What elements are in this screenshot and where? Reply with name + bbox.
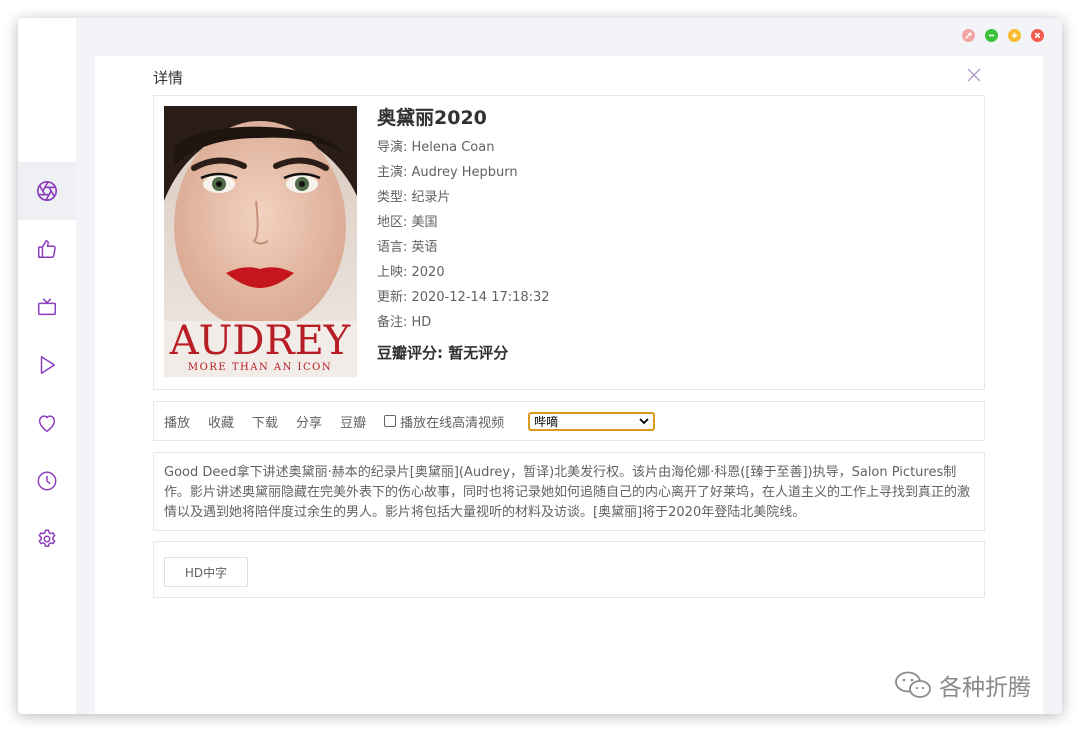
- dialog-title: 详情: [153, 69, 184, 87]
- clock-icon: [37, 471, 57, 491]
- poster-subtitle: MORE THAN AN ICON: [188, 362, 332, 373]
- info-updated: 更新: 2020-12-14 17:18:32: [377, 290, 550, 305]
- favorite-action[interactable]: 收藏: [208, 412, 234, 431]
- episodes-panel: HD中字: [153, 541, 985, 598]
- movie-info: 奥黛丽2020 导演: Helena Coan 主演: Audrey Hepbu…: [377, 106, 550, 363]
- movie-title: 奥黛丽2020: [377, 107, 487, 129]
- pin-button[interactable]: [962, 29, 975, 42]
- share-action[interactable]: 分享: [296, 412, 322, 431]
- play-action[interactable]: 播放: [164, 412, 190, 431]
- hd-online-checkbox[interactable]: 播放在线高清视频: [384, 412, 504, 431]
- info-panel: AUDREY MORE THAN AN ICON 奥黛丽2020 导演: Hel…: [153, 95, 985, 390]
- thumbs-up-icon: [38, 240, 56, 258]
- heart-icon: [38, 415, 56, 432]
- close-icon: [1034, 32, 1041, 39]
- watermark: 各种折腾: [893, 668, 1031, 702]
- sidebar-item-films[interactable]: [18, 162, 76, 220]
- app-window: 详情 AUDREY MORE THAN AN ICON 奥黛丽2020 导演: …: [18, 18, 1062, 714]
- info-release: 上映: 2020: [377, 265, 445, 280]
- checkbox-box[interactable]: [384, 415, 397, 427]
- pin-icon: [965, 32, 972, 39]
- sidebar-item-settings[interactable]: [18, 510, 76, 568]
- maximize-button[interactable]: [1008, 29, 1021, 42]
- douban-action[interactable]: 豆瓣: [340, 412, 366, 431]
- aperture-icon: [37, 181, 57, 201]
- detail-dialog: 详情 AUDREY MORE THAN AN ICON 奥黛丽2020 导演: …: [95, 56, 1043, 714]
- wechat-icon: [895, 671, 931, 698]
- description-panel: Good Deed拿下讲述奥黛丽·赫本的纪录片[奥黛丽](Audrey，暂译)北…: [153, 452, 985, 531]
- episode-button[interactable]: HD中字: [164, 557, 248, 587]
- info-region: 地区: 美国: [377, 215, 438, 230]
- minimize-button[interactable]: [985, 29, 998, 42]
- douban-rating: 豆瓣评分: 暂无评分: [377, 344, 509, 362]
- poster-title: AUDREY: [169, 318, 351, 364]
- movie-poster: AUDREY MORE THAN AN ICON: [164, 106, 357, 377]
- info-director: 导演: Helena Coan: [377, 140, 495, 155]
- info-cast: 主演: Audrey Hepburn: [377, 165, 518, 180]
- tv-icon: [38, 298, 56, 316]
- minus-icon: [988, 34, 995, 37]
- plus-icon: [1011, 32, 1018, 39]
- close-window-button[interactable]: [1031, 29, 1044, 42]
- settings-icon: [38, 529, 56, 547]
- window-controls: [962, 29, 1044, 42]
- info-genre: 类型: 纪录片: [377, 190, 451, 205]
- sidebar-item-play[interactable]: [18, 336, 76, 394]
- watermark-text: 各种折腾: [939, 675, 1031, 701]
- info-note: 备注: HD: [377, 315, 432, 330]
- chevron-down-icon: [639, 418, 649, 425]
- sidebar-item-favorites[interactable]: [18, 394, 76, 452]
- sidebar-item-history[interactable]: [18, 452, 76, 510]
- hd-online-label: 播放在线高清视频: [400, 415, 505, 431]
- sidebar: [18, 18, 76, 714]
- actions-bar: 播放 收藏 下载 分享 豆瓣 播放在线高清视频 哔嘀: [153, 401, 985, 441]
- sidebar-item-tv[interactable]: [18, 278, 76, 336]
- play-icon: [40, 356, 56, 374]
- dialog-close-icon[interactable]: [967, 68, 981, 82]
- info-language: 语言: 英语: [377, 240, 438, 255]
- player-select-value: 哔嘀: [534, 414, 559, 429]
- movie-description: Good Deed拿下讲述奥黛丽·赫本的纪录片[奥黛丽](Audrey，暂译)北…: [164, 465, 971, 520]
- player-select[interactable]: 哔嘀: [528, 411, 656, 431]
- download-action[interactable]: 下载: [252, 412, 278, 431]
- sidebar-item-recommend[interactable]: [18, 220, 76, 278]
